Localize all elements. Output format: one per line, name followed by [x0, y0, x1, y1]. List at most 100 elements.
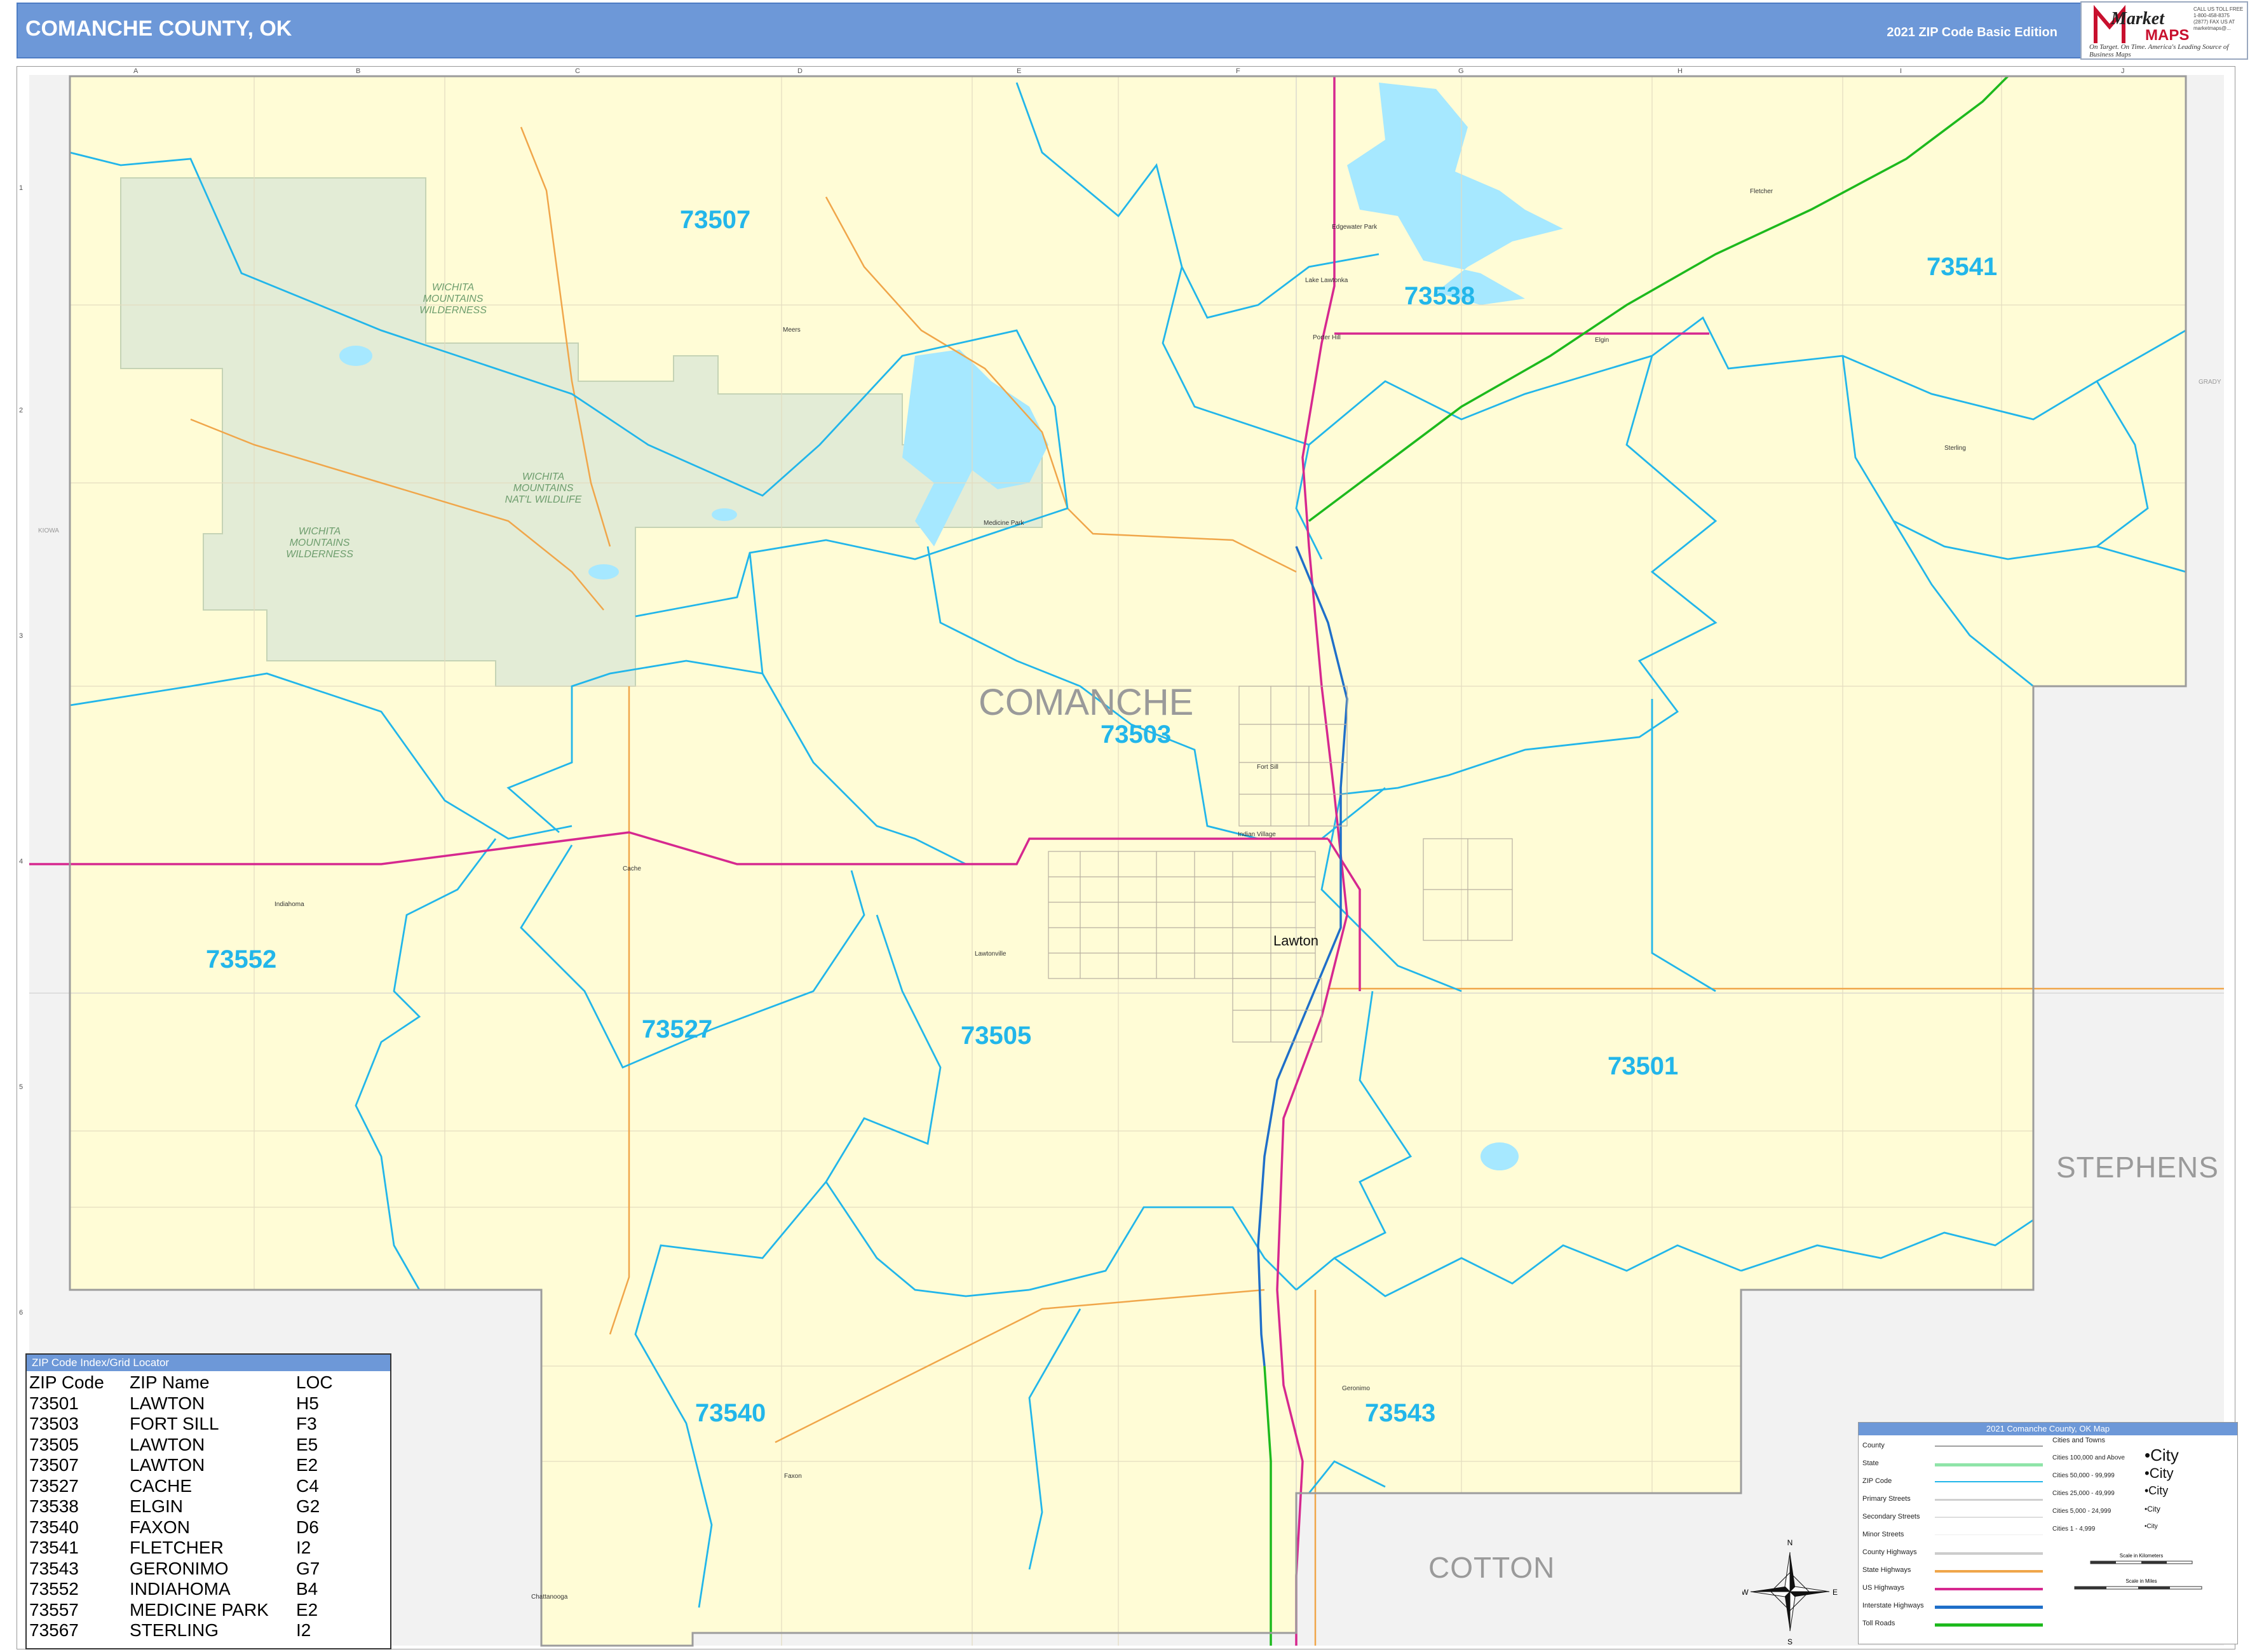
- header-zip: ZIP Code: [29, 1372, 104, 1392]
- place-porter-hill[interactable]: Porter Hill: [1313, 334, 1341, 341]
- grid-col-d: D: [797, 67, 803, 75]
- legend-item-label: State: [1862, 1459, 1879, 1467]
- place-meers[interactable]: Meers: [783, 327, 801, 334]
- grid-loc-cell: C4: [296, 1475, 319, 1496]
- zip-code-cell: 73540: [29, 1517, 79, 1537]
- zip-label-73540[interactable]: 73540: [695, 1399, 766, 1428]
- place-fort-sill[interactable]: Fort Sill: [1257, 764, 1278, 771]
- grid-loc-cell: D6: [296, 1517, 319, 1537]
- place-lake-lawtonka[interactable]: Lake Lawtonka: [1305, 277, 1348, 284]
- place-cache[interactable]: Cache: [623, 865, 641, 872]
- zip-index-row[interactable]: 73541 FLETCHER I2: [29, 1538, 388, 1559]
- grid-col-b: B: [356, 67, 361, 75]
- city-label-lawton[interactable]: Lawton: [1273, 933, 1318, 949]
- zip-code-cell: 73557: [29, 1599, 79, 1620]
- legend-item-label: US Highways: [1862, 1584, 1905, 1592]
- grid-col-f: F: [1236, 67, 1240, 75]
- grid-row-1: 1: [19, 184, 24, 192]
- zip-label-73538[interactable]: 73538: [1404, 282, 1475, 311]
- wilderness-label-south: WICHITA MOUNTAINS WILDERNESS: [286, 526, 353, 560]
- zip-name-cell: LAWTON: [130, 1393, 205, 1413]
- county-label-kiowa: KIOWA: [38, 527, 59, 534]
- lake-small-4: [712, 508, 737, 521]
- zip-label-73507[interactable]: 73507: [680, 206, 750, 234]
- zip-label-73543[interactable]: 73543: [1365, 1399, 1435, 1428]
- zip-code-cell: 73543: [29, 1558, 79, 1578]
- legend-item-label: Toll Roads: [1862, 1620, 1895, 1627]
- zip-code-cell: 73501: [29, 1393, 79, 1413]
- grid-col-i: I: [1900, 67, 1902, 75]
- header-name: ZIP Name: [130, 1372, 210, 1392]
- legend-item-label: Minor Streets: [1862, 1531, 1904, 1538]
- zip-name-cell: FORT SILL: [130, 1414, 219, 1433]
- legend-cities-header: Cities and Towns: [2052, 1437, 2105, 1444]
- legend-scale-bars: Scale in Kilometers Scale in Miles: [2074, 1553, 2202, 1590]
- zip-index-row[interactable]: 73538 ELGIN G2: [29, 1496, 388, 1517]
- grid-col-c: C: [575, 67, 580, 75]
- place-faxon[interactable]: Faxon: [784, 1473, 802, 1480]
- legend-item-label: ZIP Code: [1862, 1477, 1892, 1485]
- zip-index-table: ZIP Code Index/Grid Locator ZIP Code ZIP…: [25, 1353, 391, 1649]
- zip-name-cell: LAWTON: [130, 1455, 205, 1475]
- legend-line-swatch: [1935, 1588, 2043, 1590]
- county-label-cotton: COTTON: [1428, 1551, 1555, 1584]
- zip-index-row[interactable]: 73507 LAWTON E2: [29, 1455, 388, 1476]
- place-lawtonville[interactable]: Lawtonville: [975, 951, 1006, 958]
- zip-code-cell: 73507: [29, 1455, 79, 1475]
- zip-index-row[interactable]: 73503 FORT SILL F3: [29, 1414, 388, 1435]
- legend-city-sample: •City: [2145, 1446, 2179, 1465]
- zip-name-cell: GERONIMO: [130, 1558, 229, 1578]
- zip-code-cell: 73538: [29, 1496, 79, 1516]
- grid-loc-cell: E5: [296, 1434, 318, 1454]
- place-elgin[interactable]: Elgin: [1595, 337, 1609, 344]
- place-geronimo[interactable]: Geronimo: [1342, 1385, 1370, 1392]
- legend-line-swatch: [1935, 1552, 2043, 1555]
- wilderness-label-north: WICHITA MOUNTAINS WILDERNESS: [419, 282, 487, 316]
- legend-line-swatch: [1935, 1570, 2043, 1573]
- zip-index-row[interactable]: 73540 FAXON D6: [29, 1517, 388, 1538]
- zip-label-73503[interactable]: 73503: [1101, 721, 1171, 749]
- zip-index-row[interactable]: 73501 LAWTON H5: [29, 1393, 388, 1414]
- place-fletcher[interactable]: Fletcher: [1750, 188, 1773, 195]
- zip-name-cell: STERLING: [130, 1620, 219, 1640]
- zip-index-row[interactable]: 73505 LAWTON E5: [29, 1435, 388, 1456]
- lake-small-3: [588, 564, 619, 579]
- zip-label-73527[interactable]: 73527: [642, 1015, 712, 1044]
- place-sterling[interactable]: Sterling: [1944, 445, 1966, 452]
- zip-label-73501[interactable]: 73501: [1608, 1052, 1678, 1081]
- legend-item-label: Primary Streets: [1862, 1495, 1911, 1503]
- legend-item-label: State Highways: [1862, 1566, 1911, 1574]
- legend-item-label: Interstate Highways: [1862, 1602, 1924, 1609]
- legend-city-sample: •City: [2145, 1523, 2158, 1530]
- zip-label-73541[interactable]: 73541: [1927, 253, 1997, 281]
- place-chattanooga[interactable]: Chattanooga: [531, 1594, 567, 1601]
- zip-index-row[interactable]: 73567 STERLING I2: [29, 1620, 388, 1641]
- zip-code-cell: 73552: [29, 1579, 79, 1599]
- zip-index-row[interactable]: 73527 CACHE C4: [29, 1476, 388, 1497]
- zip-name-cell: ELGIN: [130, 1496, 184, 1516]
- zip-name-cell: FLETCHER: [130, 1538, 224, 1557]
- place-indian-village[interactable]: Indian Village: [1238, 831, 1276, 838]
- zip-name-cell: CACHE: [130, 1475, 193, 1496]
- legend-city-size: Cities 100,000 and Above: [2052, 1454, 2125, 1461]
- place-indiahoma[interactable]: Indiahoma: [274, 901, 304, 908]
- grid-row-2: 2: [19, 407, 24, 414]
- grid-loc-cell: E2: [296, 1455, 318, 1475]
- legend-city-sample: •City: [2145, 1484, 2169, 1498]
- place-edgewater-park[interactable]: Edgewater Park: [1332, 224, 1377, 231]
- zip-label-73552[interactable]: 73552: [206, 945, 276, 974]
- grid-col-e: E: [1017, 67, 1022, 75]
- zip-label-73505[interactable]: 73505: [961, 1022, 1031, 1050]
- grid-loc-cell: H5: [296, 1393, 319, 1413]
- grid-loc-cell: I2: [296, 1538, 311, 1557]
- zip-index-row[interactable]: 73557 MEDICINE PARK E2: [29, 1600, 388, 1621]
- scale-mi-label: Scale in Miles: [2125, 1578, 2157, 1584]
- legend-item-label: Secondary Streets: [1862, 1513, 1920, 1520]
- zip-index-row[interactable]: 73552 INDIAHOMA B4: [29, 1579, 388, 1600]
- zip-index-row[interactable]: 73543 GERONIMO G7: [29, 1559, 388, 1580]
- legend-city-size: Cities 5,000 - 24,999: [2052, 1508, 2111, 1515]
- place-medicine-park[interactable]: Medicine Park: [984, 520, 1024, 527]
- compass-rose-icon: N S E W: [1742, 1538, 1838, 1646]
- grid-col-h: H: [1677, 67, 1683, 75]
- zip-name-cell: INDIAHOMA: [130, 1579, 231, 1599]
